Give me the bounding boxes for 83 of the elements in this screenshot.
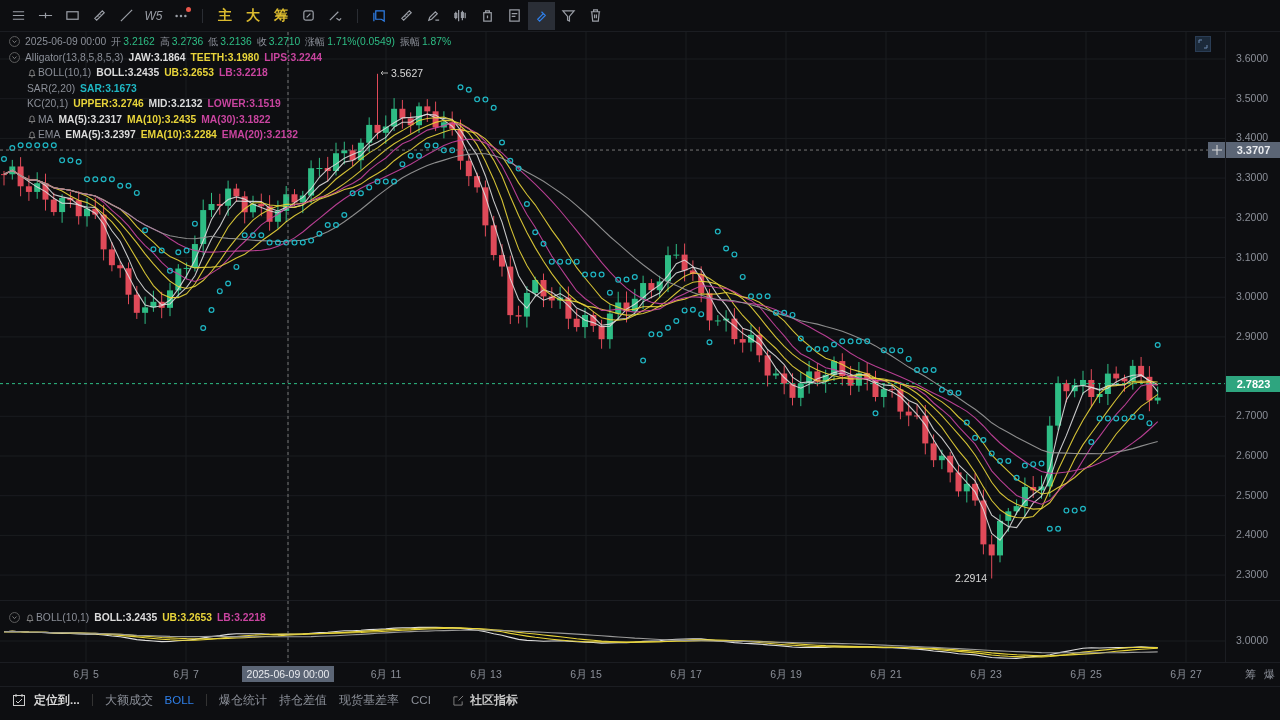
indicator-value: LB:3.2218 bbox=[217, 612, 266, 624]
indicator-name: EMA bbox=[38, 129, 61, 141]
last-price-tag: 2.7823 bbox=[1226, 375, 1280, 392]
indicator-value: LOWER:3.1519 bbox=[207, 98, 281, 110]
toolbar-button[interactable]: W5 bbox=[140, 1, 167, 30]
indicator-value: MA(10):3.2435 bbox=[127, 113, 197, 125]
toolbar-text-button[interactable]: 筹 bbox=[267, 1, 295, 30]
indicator-value: BOLL:3.2435 bbox=[94, 612, 158, 624]
price-tick: 3.5000 bbox=[1236, 91, 1269, 104]
date-tick: 6月 15 bbox=[569, 668, 603, 682]
price-tick: 3.0000 bbox=[1236, 290, 1269, 303]
date-tick: 6月 25 bbox=[1069, 668, 1103, 682]
indicator-tab[interactable]: 现货基差率 bbox=[339, 692, 399, 708]
date-tick: 6月 23 bbox=[969, 668, 1003, 682]
indicator-name: BOLL(10,1) bbox=[36, 612, 90, 624]
toolbar-text-button[interactable]: 主 bbox=[211, 1, 239, 30]
indicator-value: MA(5):3.2317 bbox=[58, 113, 122, 125]
ohlc-value: 3.2710 bbox=[268, 36, 301, 48]
date-tick: 6月 5 bbox=[72, 668, 100, 682]
indicator-value: MA(30):3.1822 bbox=[201, 113, 271, 125]
price-tick: 3.4000 bbox=[1236, 131, 1269, 144]
ohlc-label: 高 bbox=[159, 34, 170, 49]
price-tick: 2.5000 bbox=[1236, 488, 1269, 501]
date-tick: 6月 19 bbox=[769, 668, 803, 682]
axis-toggle[interactable]: 筹 bbox=[1245, 667, 1256, 682]
indicator-value: SAR:3.1673 bbox=[80, 82, 137, 94]
indicator-value: EMA(10):3.2284 bbox=[140, 129, 217, 141]
price-tick: 2.4000 bbox=[1236, 528, 1269, 541]
indicator-value: UB:3.2653 bbox=[162, 612, 212, 624]
date-tick: 6月 13 bbox=[469, 668, 503, 682]
ohlc-label: 涨幅 bbox=[305, 34, 326, 49]
price-tick: 3.2000 bbox=[1236, 210, 1269, 223]
date-tick: 6月 11 bbox=[369, 668, 403, 682]
price-tick: 2.6000 bbox=[1236, 449, 1269, 461]
indicator-name: SAR(2,20) bbox=[27, 82, 76, 94]
candle-date: 2025-06-09 00:00 bbox=[25, 36, 107, 48]
indicator-value: EMA(20):3.2132 bbox=[221, 129, 298, 141]
ohlc-label: 开 bbox=[111, 34, 122, 49]
ohlc-value: 1.87% bbox=[421, 36, 452, 48]
indicator-value: MID:3.2132 bbox=[148, 98, 203, 110]
indicator-value: TEETH:3.1980 bbox=[190, 51, 260, 63]
crosshair-price: 3.3707 bbox=[1226, 142, 1280, 159]
date-tick: 6月 27 bbox=[1169, 668, 1203, 682]
price-tick: 2.9000 bbox=[1236, 329, 1269, 342]
community-indicators-button[interactable]: 社区指标 bbox=[452, 692, 518, 708]
indicator-value: LB:3.2218 bbox=[219, 67, 268, 79]
indicator-tab[interactable]: BOLL bbox=[164, 694, 194, 706]
date-tick: 6月 17 bbox=[669, 668, 703, 682]
indicator-tab[interactable]: 持仓差值 bbox=[279, 692, 327, 708]
indicator-tab[interactable]: CCI bbox=[411, 694, 431, 706]
price-tick: 2.7000 bbox=[1236, 409, 1269, 422]
date-tick: 6月 7 bbox=[172, 668, 200, 682]
ohlc-value: 3.2162 bbox=[123, 36, 155, 48]
ohlc-value: 3.2736 bbox=[171, 36, 204, 48]
indicator-name: KC(20,1) bbox=[27, 98, 69, 110]
ohlc-value: 3.2136 bbox=[220, 36, 252, 48]
indicator-value: UPPER:3.2746 bbox=[73, 98, 144, 110]
indicator-name: MA bbox=[38, 113, 54, 125]
indicator-tab[interactable]: 大额成交 bbox=[104, 692, 153, 708]
low-price-label: 2.2914 bbox=[955, 571, 988, 584]
indicator-value: BOLL:3.2435 bbox=[96, 67, 160, 79]
price-tick: 3.6000 bbox=[1236, 52, 1269, 64]
ohlc-label: 收 bbox=[256, 34, 267, 49]
indicator-value: UB:3.2653 bbox=[164, 67, 214, 79]
ohlc-label: 振幅 bbox=[399, 34, 420, 49]
ohlc-label: 低 bbox=[208, 34, 219, 49]
indicator-value: LIPS:3.2244 bbox=[264, 51, 322, 63]
price-tick: 2.3000 bbox=[1236, 568, 1269, 581]
indicator-name: BOLL(10,1) bbox=[38, 67, 92, 79]
indicator-name: Alligator(13,8,5,8,5,3) bbox=[25, 51, 124, 63]
price-tick: 3.1000 bbox=[1236, 250, 1269, 263]
indicator-tab[interactable]: 爆仓统计 bbox=[219, 692, 267, 708]
locate-button[interactable]: 定位到... bbox=[12, 692, 80, 708]
ohlc-value: 1.71%(0.0549) bbox=[327, 36, 395, 48]
date-tick: 6月 21 bbox=[869, 668, 903, 682]
axis-toggle[interactable]: 爆 bbox=[1264, 667, 1275, 682]
price-tick: 3.0000 bbox=[1236, 634, 1269, 646]
crosshair-date: 2025-06-09 00:00 bbox=[242, 666, 334, 682]
high-price-label: 3.5627 bbox=[391, 66, 424, 79]
toolbar-text-button[interactable]: 大 bbox=[239, 1, 267, 30]
indicator-value: EMA(5):3.2397 bbox=[65, 129, 136, 141]
indicator-value: JAW:3.1864 bbox=[128, 51, 186, 63]
price-tick: 3.3000 bbox=[1236, 171, 1269, 184]
